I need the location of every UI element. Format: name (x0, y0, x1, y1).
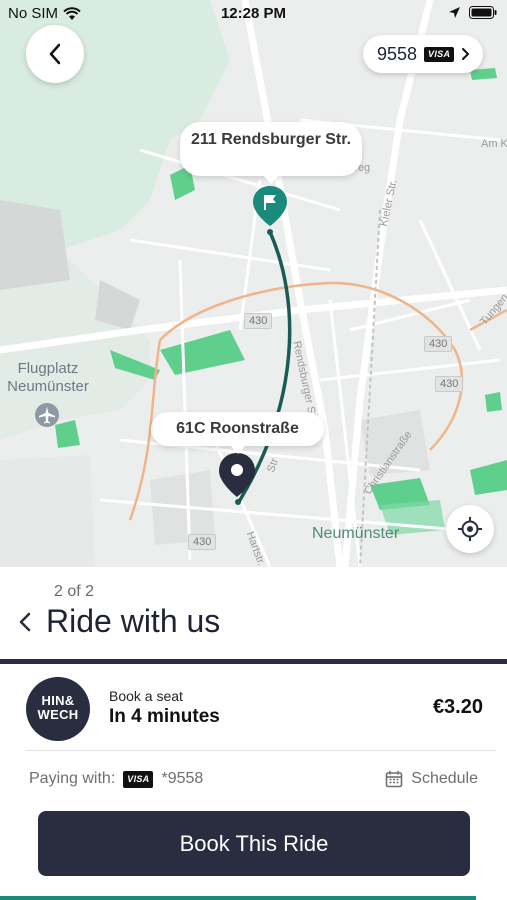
airport-icon (35, 403, 59, 427)
map-view[interactable]: Flugplatz Neumünster Neumünster 430 430 … (0, 0, 507, 567)
road-badge-430: 430 (435, 376, 464, 392)
location-arrow-icon (449, 7, 460, 18)
clock: 12:28 PM (220, 5, 287, 22)
card-masked: *9558 (161, 770, 204, 787)
payment-method-row[interactable]: Paying with: VISA *9558 (29, 770, 203, 788)
ride-price: €3.20 (432, 696, 483, 718)
step-indicator: 2 of 2 (54, 583, 95, 600)
battery-icon (469, 6, 497, 19)
bottom-accent-bar (0, 896, 476, 900)
locate-me-button[interactable] (446, 505, 494, 553)
visa-icon: VISA (424, 46, 455, 62)
divider (0, 659, 507, 664)
origin-address-label: 61C Roonstraße (176, 420, 299, 437)
destination-pin[interactable] (251, 184, 289, 228)
sheet-back-chevron-icon[interactable] (18, 611, 32, 633)
map-back-button[interactable] (26, 25, 84, 83)
paying-with-label: Paying with: (29, 770, 116, 787)
destination-address-bubble[interactable]: 211 Rendsburger Str. (180, 122, 362, 184)
origin-pin[interactable] (217, 451, 257, 499)
road-badge-430: 430 (188, 534, 217, 550)
road-badge-430: 430 (424, 336, 453, 352)
status-bar: No SIM 12:28 PM (0, 0, 507, 28)
page-title: Ride with us (46, 603, 221, 639)
provider-logo: HIN& WECH (26, 677, 90, 741)
origin-address-bubble[interactable]: 61C Roonstraße (151, 412, 324, 454)
logo-line2: WECH (37, 707, 79, 722)
crosshair-icon (458, 517, 482, 541)
destination-address-label: 211 Rendsburger Str. (190, 131, 352, 148)
schedule-label: Schedule (411, 770, 478, 787)
chevron-right-icon (462, 48, 470, 60)
town-label: Neumünster (312, 525, 400, 542)
ride-eta: In 4 minutes (109, 706, 220, 727)
ride-option[interactable]: HIN& WECH Book a seat In 4 minutes €3.20 (0, 668, 507, 750)
calendar-icon (385, 771, 403, 788)
sheet-header: Ride with us (18, 603, 220, 640)
road-badge-430: 430 (244, 313, 273, 329)
airfield-label: Flugplatz Neumünster (7, 360, 89, 395)
book-ride-label: Book This Ride (179, 830, 329, 856)
logo-line1: HIN& (41, 693, 75, 708)
schedule-button[interactable]: Schedule (385, 770, 478, 788)
ride-subtitle: Book a seat (109, 688, 183, 704)
book-ride-button[interactable]: Book This Ride (38, 811, 470, 876)
chevron-left-icon (49, 43, 61, 65)
card-last4: 9558 (377, 43, 418, 64)
visa-icon: VISA (123, 770, 154, 788)
payment-method-pill[interactable]: 9558 VISA (363, 35, 483, 73)
divider (26, 750, 496, 751)
street-label: Am K (481, 138, 507, 150)
